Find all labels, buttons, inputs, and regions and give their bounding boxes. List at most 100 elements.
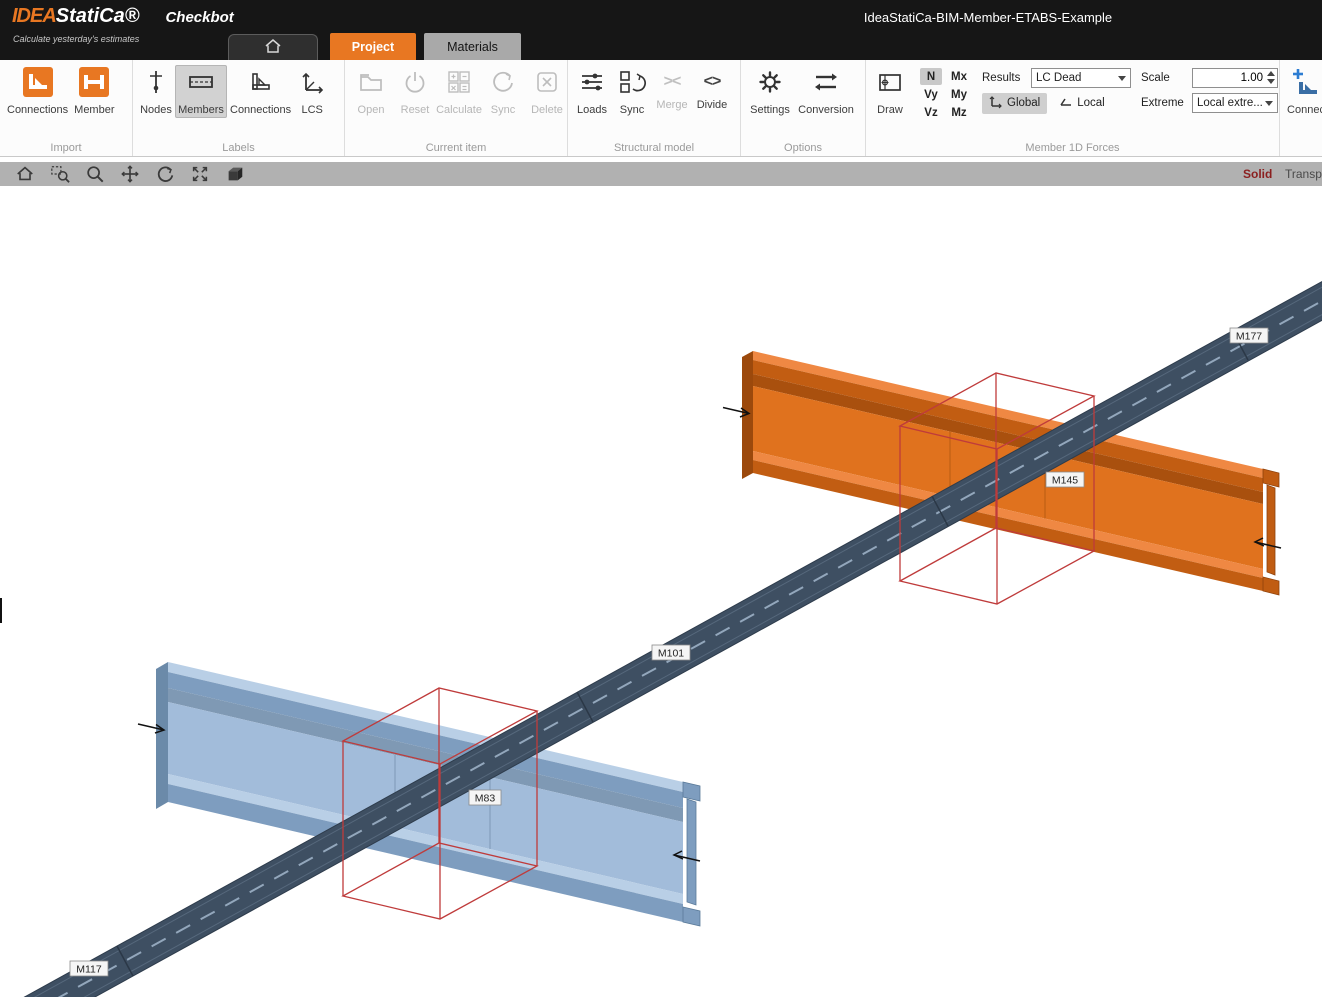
forces-draw-button[interactable]: Draw [870,65,910,118]
rotate-icon[interactable] [154,163,176,185]
force-toggle-n[interactable]: N [920,68,942,85]
tagline: Calculate yesterday's estimates [13,34,139,44]
sliders-icon [577,67,607,102]
home-icon [264,38,282,57]
calculator-icon [444,67,474,102]
current-delete-label: Delete [531,104,563,116]
group-label-current-item: Current item [345,142,567,154]
group-label-structural-model: Structural model [568,142,740,154]
options-conversion-button[interactable]: Conversion [795,65,857,118]
global-label: Global [1007,97,1040,109]
title-bar: IDEAStatiCa® Checkbot Calculate yesterday… [0,0,1322,60]
ribbon-group-options: Settings Conversion Options [741,60,866,156]
global-button[interactable]: Global [982,93,1047,114]
add-connection-icon [1291,67,1321,102]
display-mode-transparent[interactable]: Transpa [1285,167,1322,181]
current-open-button[interactable]: Open [349,65,393,118]
structural-loads-button[interactable]: Loads [572,65,612,118]
current-reset-label: Reset [401,104,430,116]
viewport-toolbar: Solid Transpa [0,162,1322,186]
tab-materials[interactable]: Materials [424,33,521,60]
labels-lcs-label: LCS [301,104,322,116]
structural-divide-button[interactable]: <> Divide [692,65,732,113]
labels-nodes-button[interactable]: Nodes [137,65,175,118]
tab-home[interactable] [228,34,318,60]
scale-label: Scale [1141,72,1187,84]
current-calculate-button[interactable]: Calculate [437,65,481,118]
grid-refresh-icon [617,67,647,102]
conversion-arrows-icon [811,67,841,102]
refresh-icon [488,67,518,102]
force-toggle-vz[interactable]: Vz [920,104,942,121]
group-label-options: Options [741,142,865,154]
svg-text:M101: M101 [658,648,684,660]
gear-icon [755,67,785,102]
options-settings-button[interactable]: Settings [745,65,795,118]
group-label-member-forces: Member 1D Forces [866,142,1279,154]
structural-sync-label: Sync [620,104,644,116]
logo-idea: IDEA [12,5,56,27]
tab-project[interactable]: Project [330,33,416,60]
chevron-down-icon [1118,76,1126,81]
draw-section-icon [875,67,905,102]
structural-divide-label: Divide [697,99,728,111]
force-toggle-vy[interactable]: Vy [920,86,942,103]
pan-icon[interactable] [119,163,141,185]
member-label-m101: M101 [652,645,690,660]
tab-materials-label: Materials [447,40,498,54]
delete-x-icon [532,67,562,102]
connect-label: Connec [1287,104,1322,116]
lcs-axes-icon [297,67,327,102]
ribbon-group-connect-partial: Connec [1280,60,1322,156]
force-toggle-mz[interactable]: Mz [946,104,972,121]
current-reset-button[interactable]: Reset [393,65,437,118]
forces-draw-label: Draw [877,104,903,116]
display-mode-solid[interactable]: Solid [1243,167,1272,181]
tab-project-label: Project [352,40,394,54]
results-label: Results [982,72,1026,84]
current-delete-button[interactable]: Delete [525,65,569,118]
logo-statica: StatiCa® [56,5,140,27]
members-icon [186,67,216,102]
connect-button[interactable]: Connec [1284,65,1322,118]
labels-members-button[interactable]: Members [175,65,227,118]
labels-connections-button[interactable]: Connections [227,65,294,118]
zoom-fit-icon[interactable] [189,163,211,185]
current-calculate-label: Calculate [436,104,482,116]
zoom-window-icon[interactable] [49,163,71,185]
ribbon-group-member-forces: Draw N Mx Vy My Vz Mz Results LC Dead [866,60,1280,156]
zoom-icon[interactable] [84,163,106,185]
structural-merge-button[interactable]: >< Merge [652,65,692,113]
local-label: Local [1077,97,1105,109]
labels-nodes-label: Nodes [140,104,172,116]
structural-sync-button[interactable]: Sync [612,65,652,118]
structural-merge-label: Merge [656,99,687,111]
logo-checkbot: Checkbot [165,9,233,26]
labels-lcs-button[interactable]: LCS [294,65,330,118]
structural-loads-label: Loads [577,104,607,116]
import-connections-button[interactable]: Connections [4,65,71,118]
local-button[interactable]: Local [1052,93,1112,114]
spinner-arrows-icon[interactable] [1267,71,1275,84]
ribbon-group-import: Connections Member Import [0,60,133,156]
force-toggle-mx[interactable]: Mx [946,68,972,85]
ribbon-group-structural-model: Loads Sync >< Merge <> Divide Structural… [568,60,741,156]
scale-input[interactable]: 1.00 [1192,68,1278,88]
extreme-value: Local extre... [1197,97,1263,109]
global-axes-icon [989,95,1003,112]
force-toggle-my[interactable]: My [946,86,972,103]
extreme-dropdown[interactable]: Local extre... [1192,93,1278,113]
svg-text:M145: M145 [1052,475,1078,487]
current-sync-button[interactable]: Sync [481,65,525,118]
local-axes-icon [1059,95,1073,112]
member-label-m83: M83 [469,790,501,805]
import-member-button[interactable]: Member [71,65,117,118]
svg-text:M117: M117 [76,964,102,976]
3d-viewport[interactable]: M177 M145 M101 M83 M117 [0,186,1322,997]
solid-cube-icon[interactable] [224,163,246,185]
extreme-label: Extreme [1141,97,1187,109]
view-home-icon[interactable] [14,163,36,185]
member-label-m145: M145 [1046,472,1084,487]
results-dropdown[interactable]: LC Dead [1031,68,1131,88]
ribbon-group-labels: Nodes Members Connections LCS L [133,60,345,156]
